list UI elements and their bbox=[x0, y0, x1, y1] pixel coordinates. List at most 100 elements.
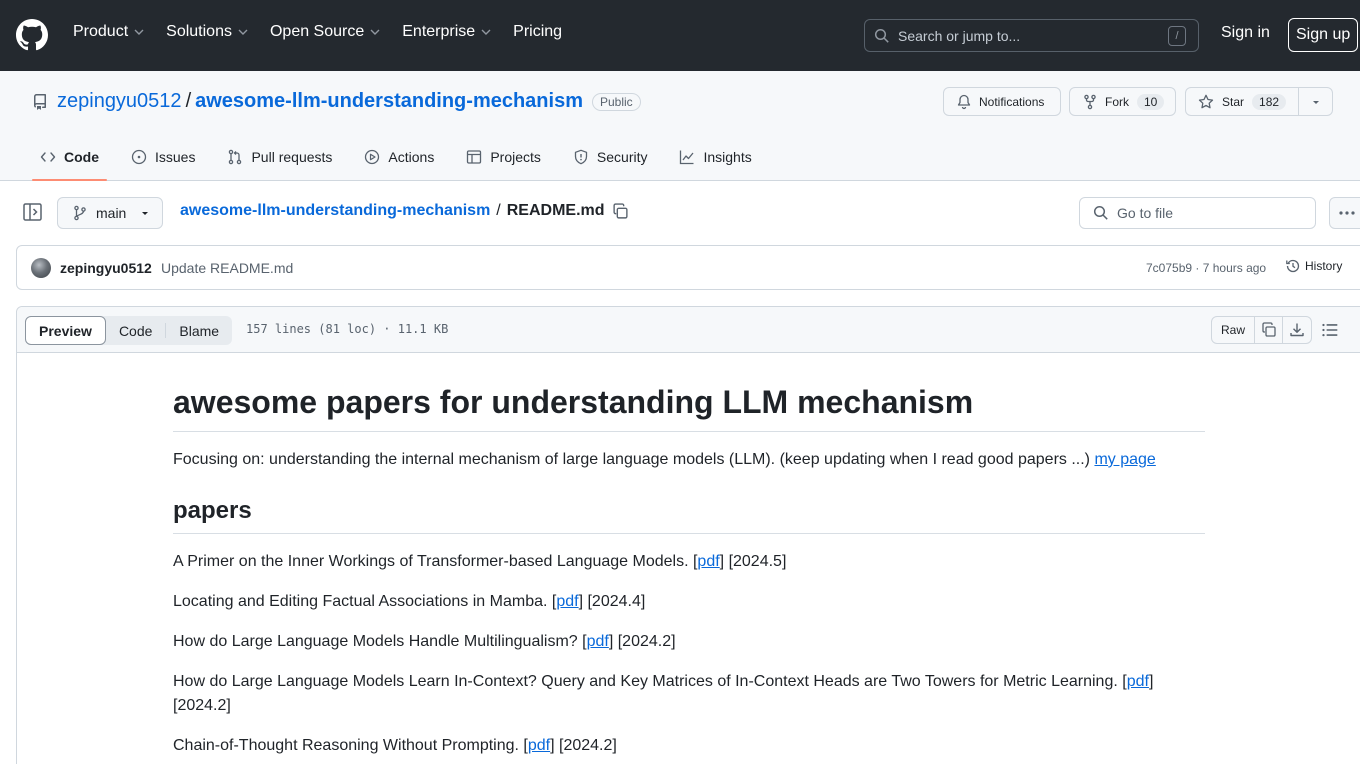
avatar[interactable] bbox=[31, 258, 51, 278]
commit-author-link[interactable]: zepingyu0512 bbox=[60, 260, 152, 276]
paper-item: A Primer on the Inner Workings of Transf… bbox=[173, 550, 1205, 574]
triangle-down-icon bbox=[1312, 100, 1319, 104]
star-button[interactable]: Star 182 bbox=[1186, 88, 1300, 115]
repo-forked-icon bbox=[1084, 94, 1096, 109]
history-label: History bbox=[1305, 259, 1343, 273]
global-nav: Product Solutions Open Source Enterprise… bbox=[73, 23, 584, 41]
tab-actions[interactable]: Actions bbox=[356, 137, 442, 177]
star-count: 182 bbox=[1252, 93, 1287, 110]
nav-product[interactable]: Product bbox=[73, 23, 144, 41]
copy-icon[interactable] bbox=[612, 202, 629, 220]
nav-pricing-label: Pricing bbox=[513, 23, 563, 40]
preview-mode-button[interactable]: Preview bbox=[25, 316, 106, 345]
play-icon bbox=[365, 149, 380, 165]
tab-security-label: Security bbox=[596, 149, 648, 165]
repo-title-separator: / bbox=[185, 90, 192, 112]
copy-raw-button[interactable] bbox=[1255, 317, 1284, 343]
paper-pdf-link[interactable]: pdf bbox=[528, 737, 550, 754]
triangle-down-icon bbox=[142, 212, 149, 215]
tab-pull-requests-label: Pull requests bbox=[251, 149, 333, 165]
nav-open-source-label: Open Source bbox=[269, 23, 365, 40]
breadcrumb-file-name: README.md bbox=[506, 202, 605, 219]
repo-icon bbox=[34, 93, 46, 110]
repo-title: zepingyu0512 / awesome-llm-understanding… bbox=[32, 90, 641, 113]
search-icon bbox=[1093, 205, 1108, 220]
file-toolbar: Preview Code Blame 157 lines (81 loc) · … bbox=[17, 307, 1360, 353]
history-button[interactable]: History bbox=[1285, 258, 1342, 274]
tab-insights-label: Insights bbox=[703, 149, 752, 165]
paper-title: A Primer on the Inner Workings of Transf… bbox=[173, 553, 698, 570]
nav-solutions[interactable]: Solutions bbox=[166, 23, 248, 41]
paper-item: How do Large Language Models Learn In-Co… bbox=[173, 670, 1205, 718]
tab-issues[interactable]: Issues bbox=[123, 137, 203, 177]
tab-projects[interactable]: Projects bbox=[458, 137, 549, 177]
global-search-input[interactable]: Search or jump to... / bbox=[864, 19, 1199, 52]
file-actions-group: Raw bbox=[1211, 316, 1313, 344]
paper-pdf-link[interactable]: pdf bbox=[1127, 673, 1149, 690]
issue-opened-icon bbox=[131, 149, 147, 165]
readme-intro: Focusing on: understanding the internal … bbox=[173, 448, 1205, 472]
readme-title: awesome papers for understanding LLM mec… bbox=[173, 382, 1205, 432]
commit-message-link[interactable]: Update README.md bbox=[161, 260, 293, 276]
breadcrumb-separator: / bbox=[496, 202, 501, 219]
my-page-link[interactable]: my page bbox=[1094, 451, 1155, 468]
commit-hash-and-time[interactable]: 7c075b9 · 7 hours ago bbox=[1146, 261, 1266, 275]
download-icon bbox=[1290, 323, 1304, 337]
list-unordered-icon[interactable] bbox=[1321, 321, 1339, 339]
go-to-file-input[interactable]: Go to file bbox=[1079, 197, 1316, 229]
fork-label: Fork bbox=[1105, 94, 1129, 109]
star-lists-dropdown[interactable] bbox=[1299, 88, 1332, 115]
global-header: Product Solutions Open Source Enterprise… bbox=[0, 0, 1360, 71]
branch-selector[interactable]: main bbox=[57, 197, 163, 229]
tab-issues-label: Issues bbox=[155, 149, 196, 165]
breadcrumb-repo-link[interactable]: awesome-llm-understanding-mechanism bbox=[180, 202, 490, 220]
sign-up-button[interactable]: Sign up bbox=[1288, 18, 1359, 52]
blame-mode-button[interactable]: Blame bbox=[166, 316, 232, 345]
paper-date: ] [2024.5] bbox=[719, 553, 787, 570]
nav-pricing[interactable]: Pricing bbox=[513, 23, 562, 41]
repo-header: zepingyu0512 / awesome-llm-understanding… bbox=[0, 71, 1360, 181]
repo-name-link[interactable]: awesome-llm-understanding-mechanism bbox=[195, 90, 583, 113]
notifications-button[interactable]: Notifications bbox=[943, 87, 1061, 116]
copy-icon bbox=[1261, 322, 1276, 337]
notifications-label: Notifications bbox=[979, 94, 1045, 109]
nav-open-source[interactable]: Open Source bbox=[270, 23, 380, 41]
paper-item: Locating and Editing Factual Association… bbox=[173, 590, 1205, 614]
breadcrumb: awesome-llm-understanding-mechanism / RE… bbox=[180, 202, 629, 220]
raw-button[interactable]: Raw bbox=[1212, 317, 1256, 343]
tab-security[interactable]: Security bbox=[565, 137, 656, 177]
nav-enterprise[interactable]: Enterprise bbox=[402, 23, 491, 41]
tab-insights[interactable]: Insights bbox=[671, 137, 759, 177]
star-label: Star bbox=[1222, 94, 1245, 109]
github-logo-icon[interactable] bbox=[16, 19, 48, 51]
repo-owner-link[interactable]: zepingyu0512 bbox=[57, 90, 182, 113]
search-icon bbox=[874, 28, 889, 43]
history-icon bbox=[1286, 259, 1300, 273]
graph-icon bbox=[680, 150, 694, 165]
kebab-horizontal-icon bbox=[1339, 211, 1355, 215]
paper-pdf-link[interactable]: pdf bbox=[556, 593, 578, 610]
sidebar-expand-icon[interactable] bbox=[22, 201, 44, 223]
search-shortcut-key: / bbox=[1168, 25, 1186, 46]
git-pull-request-icon bbox=[229, 149, 242, 165]
download-raw-button[interactable] bbox=[1283, 317, 1311, 343]
code-mode-button[interactable]: Code bbox=[106, 316, 165, 345]
tab-code-label: Code bbox=[64, 149, 99, 165]
paper-pdf-link[interactable]: pdf bbox=[697, 553, 719, 570]
paper-item: Chain-of-Thought Reasoning Without Promp… bbox=[173, 734, 1205, 758]
paper-date: ] [2024.2] bbox=[608, 633, 676, 650]
paper-pdf-link[interactable]: pdf bbox=[587, 633, 609, 650]
repo-tabs: Code Issues Pull requests Actions Projec… bbox=[32, 137, 776, 181]
branch-name: main bbox=[96, 205, 127, 221]
fork-button[interactable]: Fork 10 bbox=[1069, 87, 1176, 116]
sign-in-link[interactable]: Sign in bbox=[1221, 24, 1270, 42]
paper-item: How do Large Language Models Handle Mult… bbox=[173, 630, 1205, 654]
more-options-button[interactable] bbox=[1329, 197, 1360, 229]
bell-icon bbox=[957, 94, 971, 109]
star-button-group: Star 182 bbox=[1185, 87, 1334, 116]
tab-code[interactable]: Code bbox=[32, 137, 107, 181]
search-placeholder: Search or jump to... bbox=[898, 27, 1021, 44]
tab-pull-requests[interactable]: Pull requests bbox=[219, 137, 340, 177]
latest-commit-box: zepingyu0512 Update README.md 7c075b9 · … bbox=[16, 245, 1360, 290]
chevron-down-icon bbox=[370, 29, 380, 35]
